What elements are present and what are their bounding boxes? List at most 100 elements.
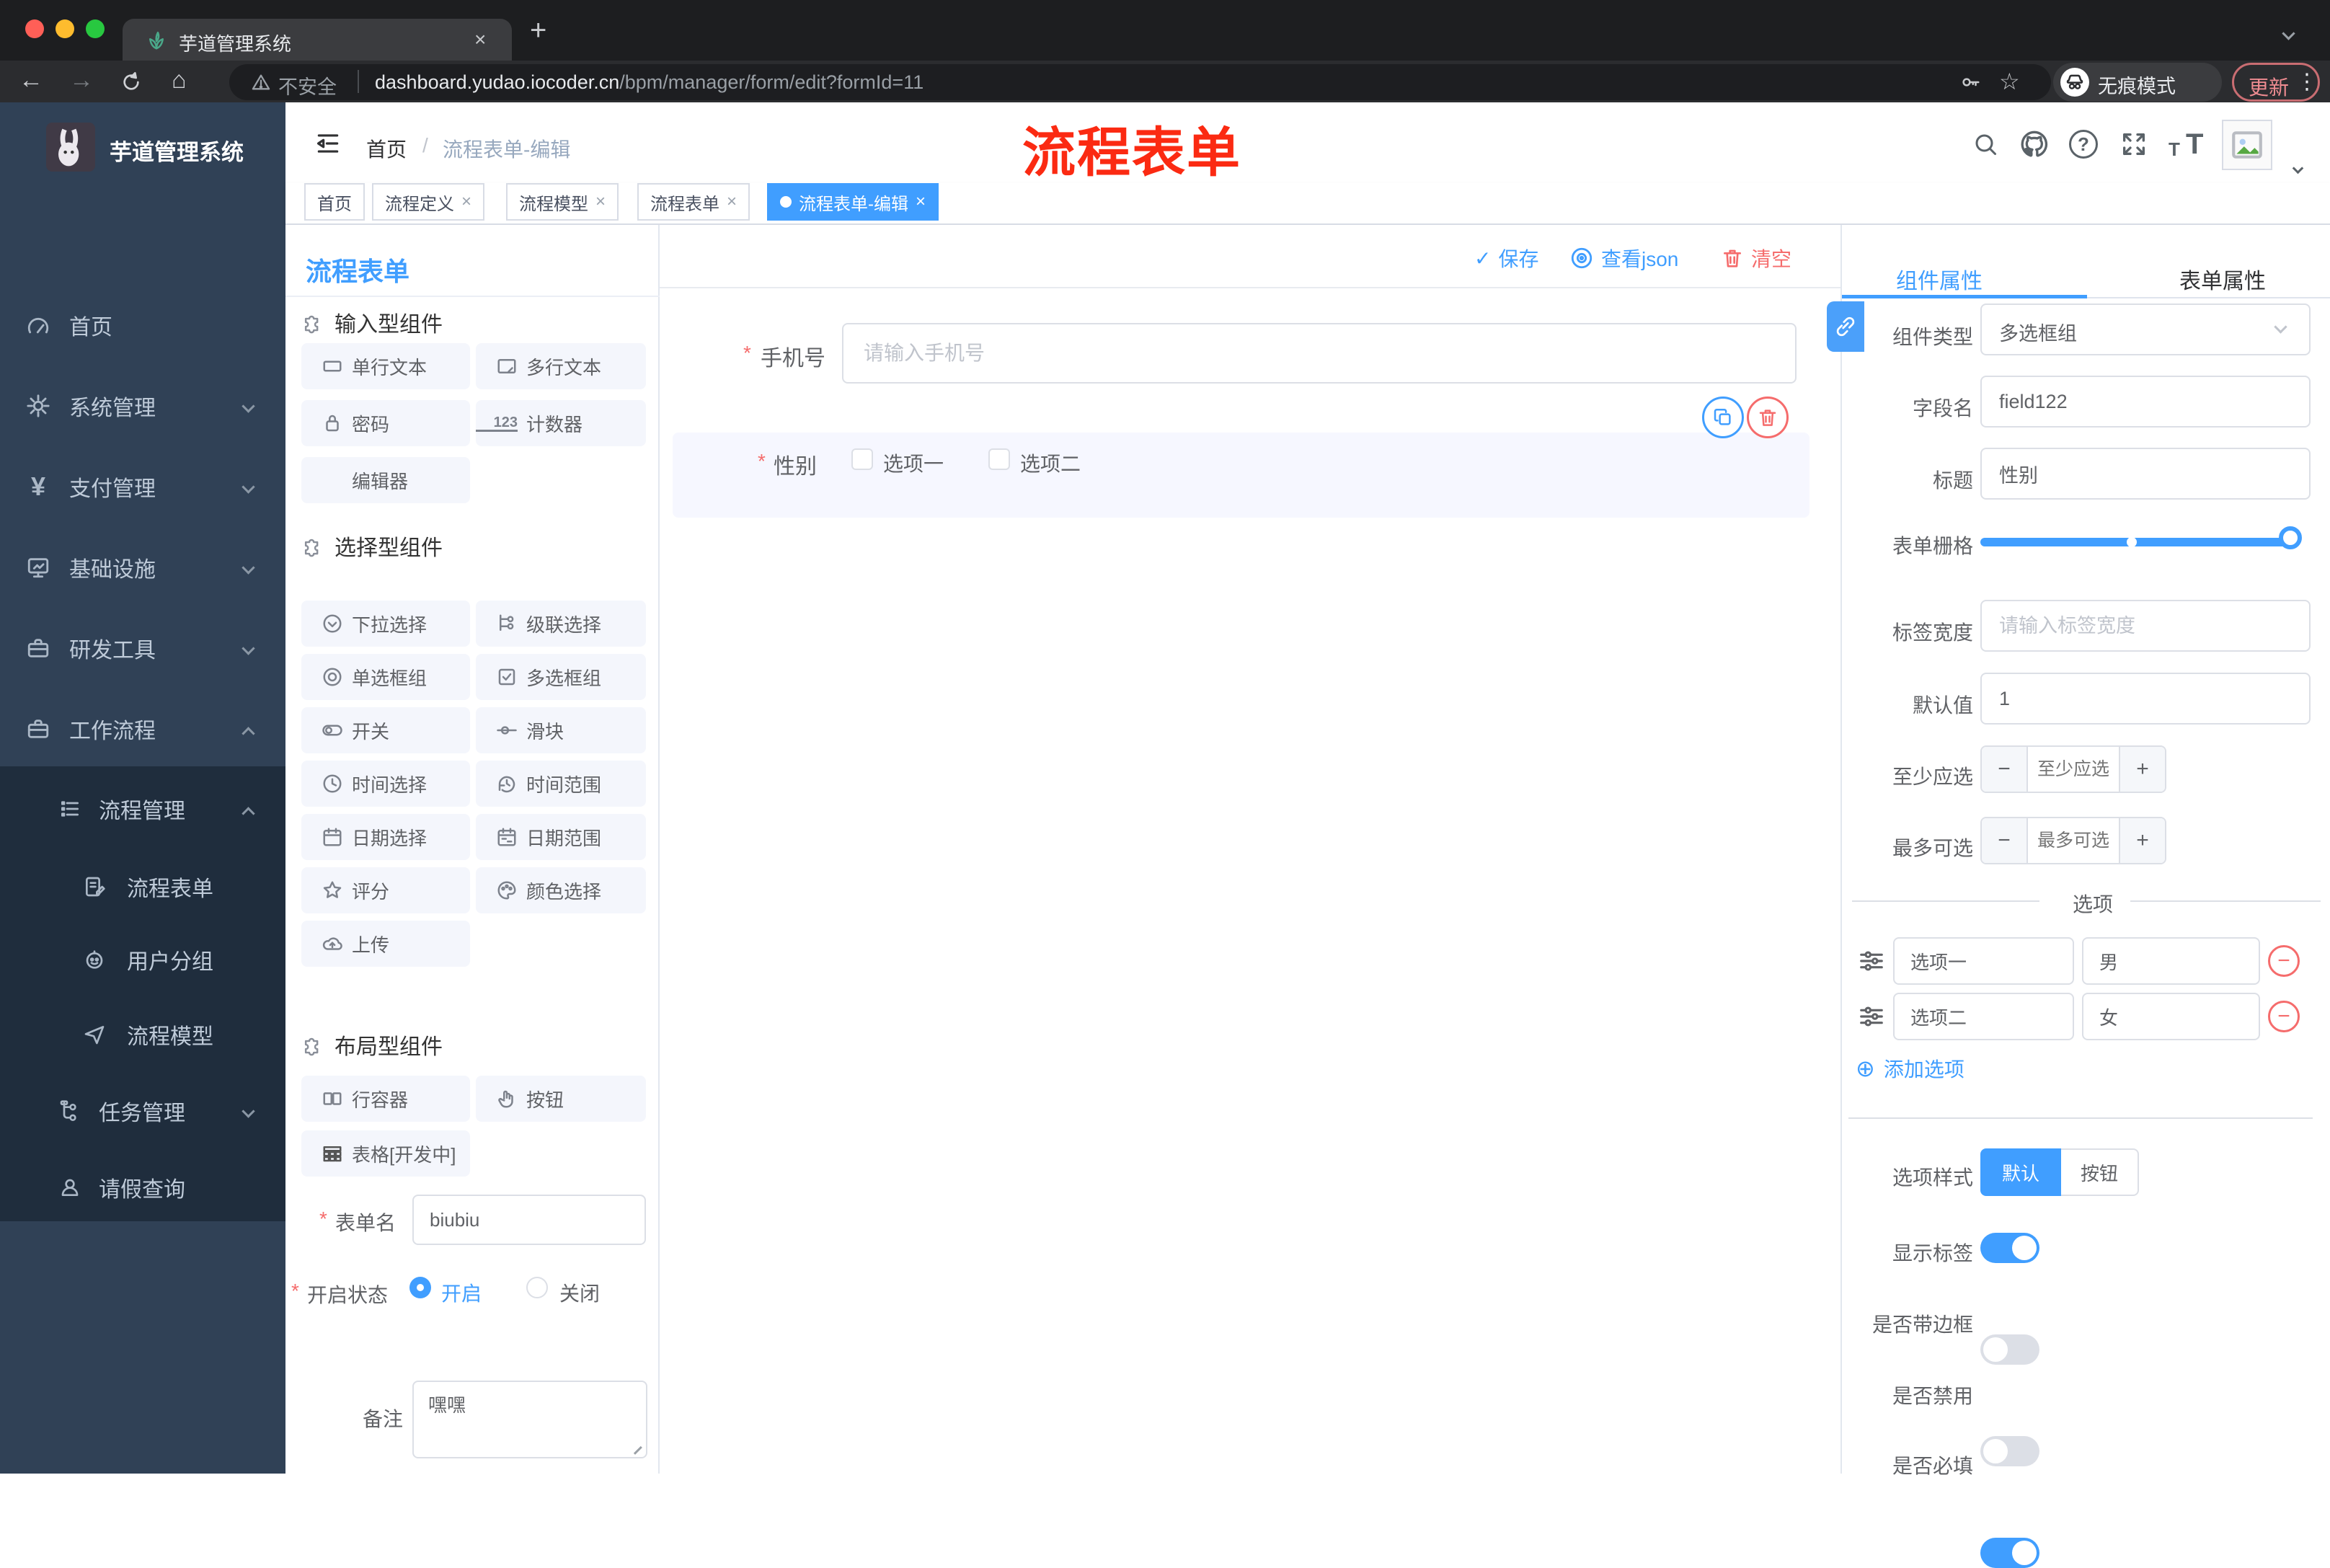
tab-search-chevron-icon[interactable]: [2282, 27, 2295, 40]
password-key-icon[interactable]: [1964, 79, 1979, 86]
menu-fold-icon[interactable]: [319, 136, 337, 151]
copy-component-button[interactable]: [1702, 397, 1744, 438]
slider-track[interactable]: [1980, 538, 2298, 546]
github-icon[interactable]: [2022, 132, 2046, 156]
new-tab-button[interactable]: +: [530, 14, 546, 47]
tag-close-icon[interactable]: ×: [461, 192, 471, 212]
palette-item-date-range[interactable]: 日期范围: [476, 814, 646, 860]
view-json-button[interactable]: 查看json: [1569, 244, 1678, 273]
sidebar-item-devtools[interactable]: 研发工具: [0, 611, 285, 686]
min-select-input[interactable]: [2028, 747, 2119, 792]
window-zoom-button[interactable]: [86, 19, 105, 38]
browser-menu-dots-icon[interactable]: ⋮: [2296, 69, 2318, 94]
sidebar-item-process-model[interactable]: 流程模型: [0, 997, 285, 1072]
sidebar-item-task-mgmt[interactable]: 任务管理: [0, 1073, 285, 1148]
sidebar-item-system[interactable]: 系统管理: [0, 368, 285, 443]
stepper-decrease[interactable]: −: [1982, 747, 2028, 792]
palette-item-row-container[interactable]: 行容器: [301, 1076, 470, 1122]
palette-item-time-range[interactable]: 时间范围: [476, 761, 646, 807]
gender-option1-checkbox[interactable]: [851, 448, 873, 470]
font-size-icon-big[interactable]: T: [2186, 128, 2203, 161]
gender-option1-label[interactable]: 选项一: [883, 448, 944, 477]
sidebar-item-leave-query[interactable]: 请假查询: [0, 1150, 285, 1225]
home-icon[interactable]: ⌂: [172, 66, 187, 94]
sidebar-item-process-form[interactable]: 流程表单: [0, 849, 285, 924]
palette-item-editor[interactable]: 编辑器: [301, 457, 470, 503]
help-icon[interactable]: ?: [2069, 130, 2098, 159]
tag-close-icon[interactable]: ×: [916, 192, 926, 212]
palette-item-switch[interactable]: 开关: [301, 707, 470, 753]
sidebar-logo[interactable]: 芋道管理系统: [0, 110, 285, 189]
style-button-button[interactable]: 按钮: [2061, 1148, 2139, 1196]
palette-item-select[interactable]: 下拉选择: [301, 601, 470, 647]
gender-option2-label[interactable]: 选项二: [1020, 448, 1081, 477]
tab-close-icon[interactable]: ×: [474, 28, 486, 51]
palette-item-radio-group[interactable]: 单选框组: [301, 654, 470, 700]
drag-handle-icon[interactable]: [1861, 1008, 1882, 1025]
bookmark-star-icon[interactable]: ☆: [1999, 68, 2020, 95]
sidebar-item-workflow[interactable]: 工作流程: [0, 691, 285, 766]
phone-input[interactable]: [842, 323, 1797, 384]
delete-component-button[interactable]: [1747, 397, 1789, 438]
avatar[interactable]: [2222, 120, 2272, 170]
label-width-input[interactable]: [1980, 600, 2311, 652]
sidebar-item-pay[interactable]: ¥ 支付管理: [0, 449, 285, 524]
palette-item-cascade[interactable]: 级联选择: [476, 601, 646, 647]
breadcrumb-home[interactable]: 首页: [366, 134, 407, 163]
back-icon[interactable]: ←: [19, 66, 43, 94]
url-path[interactable]: /bpm/manager/form/edit?formId=11: [619, 71, 923, 94]
palette-item-time[interactable]: 时间选择: [301, 761, 470, 807]
status-on-radio[interactable]: [409, 1277, 431, 1298]
option-label-input[interactable]: [1893, 937, 2074, 985]
form-name-input[interactable]: [412, 1195, 646, 1245]
url-bar[interactable]: 不安全 dashboard.yudao.iocoder.cn/bpm/manag…: [229, 64, 2051, 100]
border-switch[interactable]: [1980, 1334, 2039, 1365]
palette-item-color[interactable]: 颜色选择: [476, 867, 646, 913]
component-type-select[interactable]: 多选框组: [1980, 304, 2311, 355]
option-value-input[interactable]: [2082, 993, 2260, 1040]
tab-component-props[interactable]: 组件属性: [1896, 263, 1983, 295]
palette-item-button[interactable]: 按钮: [476, 1076, 646, 1122]
tag-close-icon[interactable]: ×: [727, 192, 737, 212]
sidebar-item-user-group[interactable]: 用户分组: [0, 922, 285, 997]
style-default-button[interactable]: 默认: [1980, 1148, 2061, 1196]
clear-button[interactable]: 清空: [1721, 244, 1791, 273]
window-close-button[interactable]: [25, 19, 44, 38]
tag-close-icon[interactable]: ×: [595, 192, 606, 212]
reload-icon[interactable]: [125, 73, 138, 89]
font-size-icon[interactable]: T: [2169, 138, 2180, 161]
tab-form-props[interactable]: 表单属性: [2179, 263, 2266, 295]
drag-handle-icon[interactable]: [1861, 952, 1882, 970]
gender-option2-checkbox[interactable]: [988, 448, 1010, 470]
link-drawer-tab[interactable]: [1827, 301, 1864, 352]
sidebar-item-home[interactable]: 首页: [0, 288, 285, 363]
url-domain[interactable]: dashboard.yudao.iocoder.cn: [375, 71, 619, 94]
field-name-input[interactable]: [1980, 376, 2311, 428]
palette-item-table[interactable]: 表格[开发中]: [301, 1130, 470, 1177]
update-button[interactable]: 更新 ⋮: [2232, 63, 2320, 102]
remark-textarea[interactable]: 嘿嘿: [412, 1381, 647, 1458]
show-label-switch[interactable]: [1980, 1233, 2039, 1263]
stepper-increase[interactable]: +: [2119, 818, 2165, 863]
window-minimize-button[interactable]: [56, 19, 74, 38]
stepper-increase[interactable]: +: [2119, 747, 2165, 792]
remove-option-button[interactable]: −: [2268, 945, 2300, 977]
save-button[interactable]: ✓ 保存: [1474, 244, 1538, 273]
required-switch[interactable]: [1980, 1538, 2039, 1568]
max-select-stepper[interactable]: − +: [1980, 817, 2166, 864]
fullscreen-icon[interactable]: [2125, 135, 2144, 154]
palette-item-password[interactable]: 密码: [301, 400, 470, 446]
slider-handle[interactable]: [2279, 526, 2302, 549]
canvas-field-gender-selected[interactable]: * 性别 选项一 选项二: [673, 433, 1809, 518]
palette-item-single-text[interactable]: 单行文本: [301, 343, 470, 389]
palette-item-multi-text[interactable]: 多行文本: [476, 343, 646, 389]
avatar-caret-icon[interactable]: [2292, 162, 2304, 174]
palette-item-checkbox-group[interactable]: 多选框组: [476, 654, 646, 700]
canvas-field-phone[interactable]: * 手机号: [660, 323, 1840, 385]
default-value-input[interactable]: [1980, 673, 2311, 725]
palette-item-rate[interactable]: 评分: [301, 867, 470, 913]
forward-icon[interactable]: →: [69, 66, 94, 94]
tag-process-definition[interactable]: 流程定义 ×: [372, 183, 485, 221]
not-secure-label[interactable]: 不安全: [278, 71, 337, 99]
browser-tab[interactable]: 芋道管理系统 ×: [123, 19, 512, 61]
